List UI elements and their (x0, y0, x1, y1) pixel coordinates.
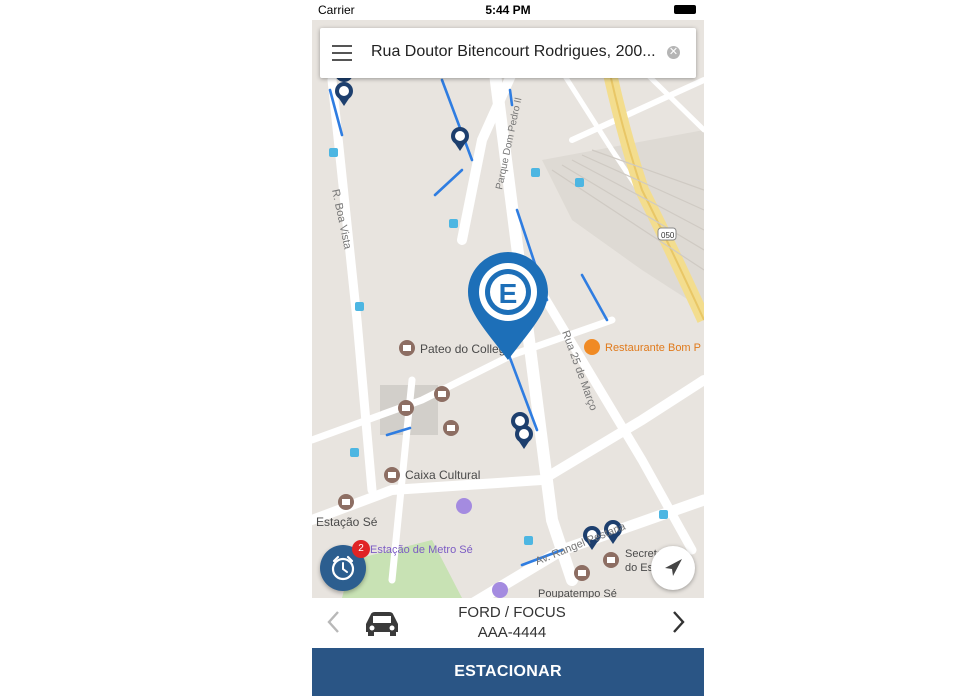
car-icon (366, 612, 398, 636)
my-location-button[interactable] (651, 546, 695, 590)
highway-shield: 050 (661, 231, 675, 240)
map-label-poupatempo: Poupatempo Sé (538, 588, 617, 598)
chevron-right-icon[interactable] (672, 610, 686, 634)
park-button[interactable]: ESTACIONAR (312, 648, 704, 696)
status-bar: Carrier 5:44 PM (312, 0, 704, 20)
map-label-caixa: Caixa Cultural (405, 468, 480, 482)
navigation-arrow-icon (665, 559, 682, 576)
map-label-estacao-se: Estação Sé (316, 515, 378, 529)
menu-icon[interactable] (332, 45, 352, 61)
parking-pin-letter: E (499, 278, 518, 309)
clear-icon[interactable]: ✕ (667, 46, 680, 59)
map-label-metro-se: Estação de Metro Sé (370, 544, 473, 556)
map-label-restaurante: Restaurante Bom P (605, 342, 701, 354)
map-label-secretaria-2: do Es (625, 562, 654, 574)
search-input[interactable]: Rua Doutor Bitencourt Rodrigues, 200... (371, 43, 671, 61)
clock: 5:44 PM (485, 3, 531, 17)
vehicle-plate: AAA-4444 (477, 624, 547, 641)
chevron-left-icon[interactable] (326, 610, 340, 634)
notification-badge: 2 (352, 540, 370, 558)
vehicle-selector: FORD / FOCUS AAA-4444 (312, 598, 704, 648)
vehicle-model: FORD / FOCUS (458, 604, 566, 621)
battery-icon (674, 5, 696, 14)
map-view[interactable]: Pateo do Collegio Caixa Cultural Estação… (312, 20, 704, 598)
search-bar[interactable]: Rua Doutor Bitencourt Rodrigues, 200... … (320, 28, 696, 78)
app-screen: Carrier 5:44 PM Pateo do Collegio Caixa … (312, 0, 704, 696)
